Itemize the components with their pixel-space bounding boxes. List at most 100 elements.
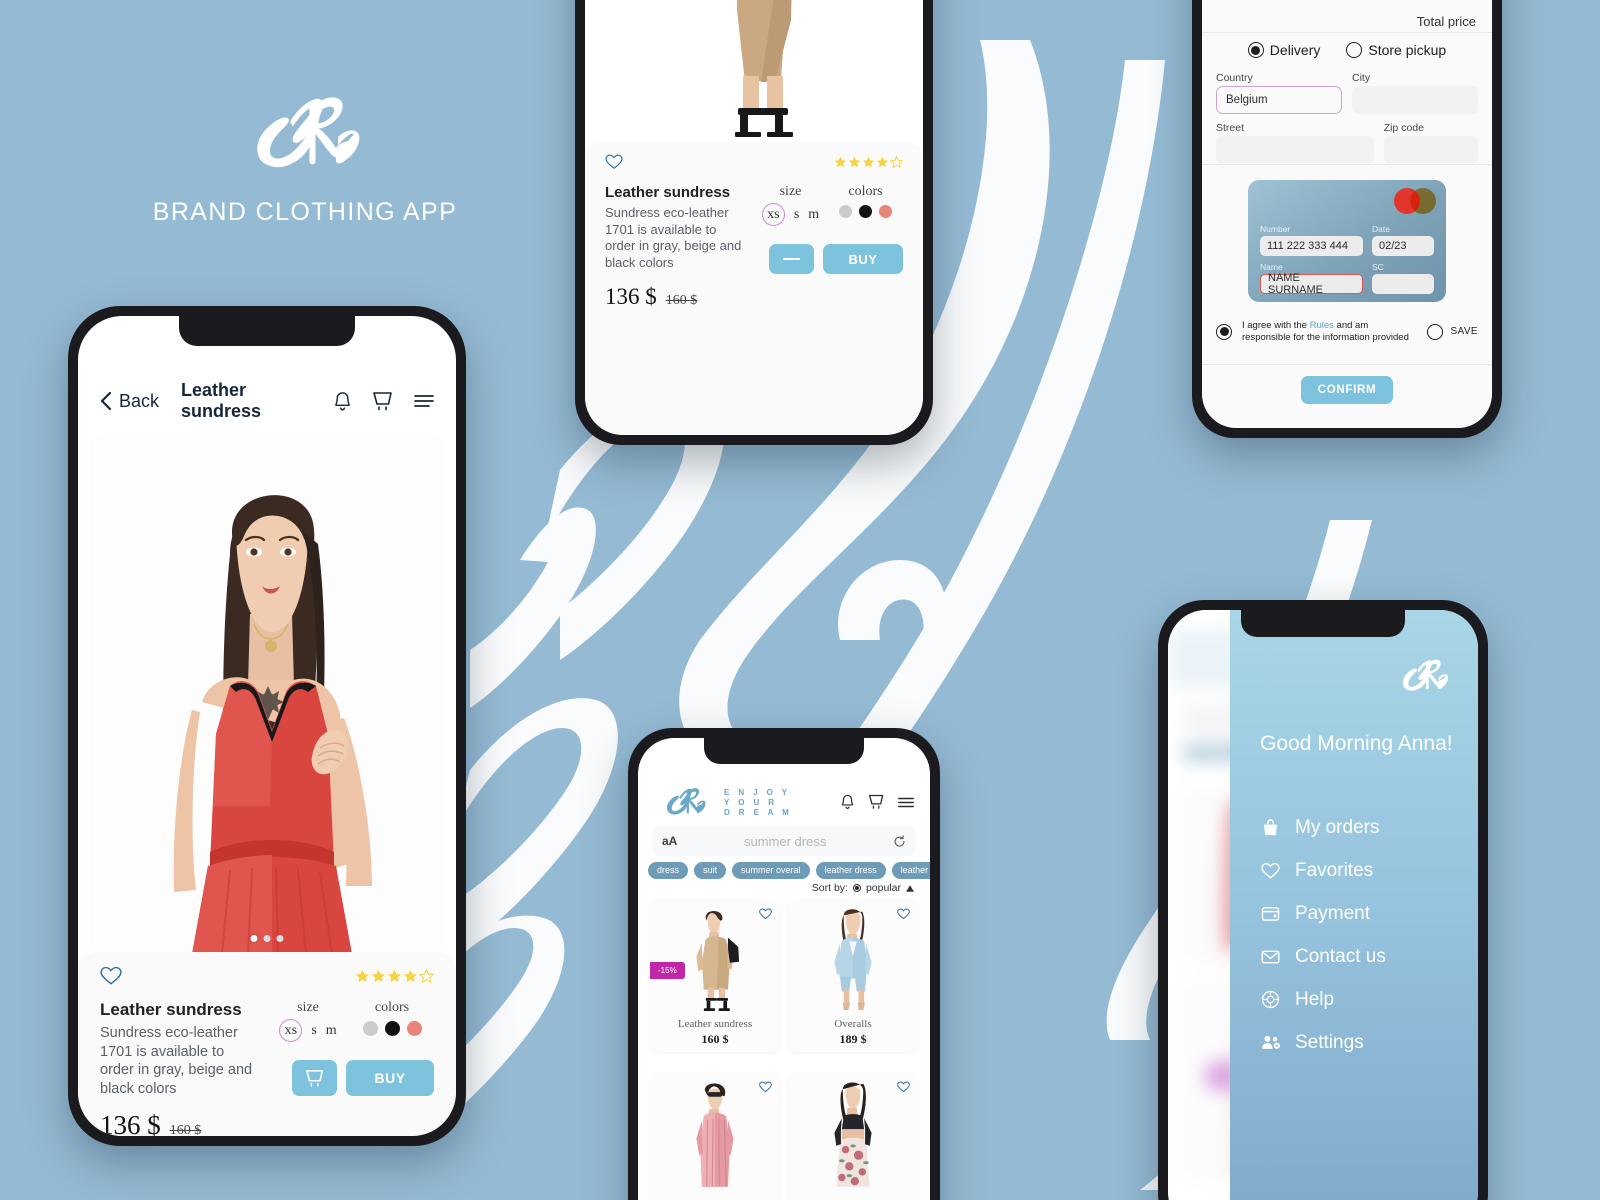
heart-icon[interactable] bbox=[759, 1081, 772, 1093]
filter-chip[interactable]: leather dress bbox=[815, 862, 886, 879]
store-pickup-radio[interactable] bbox=[1346, 42, 1363, 58]
menu-item-contact-us[interactable]: Contact us bbox=[1260, 935, 1478, 978]
zip-input[interactable] bbox=[1383, 136, 1478, 164]
card-name-input[interactable]: NAME SURNAME bbox=[1260, 272, 1363, 296]
heart-icon[interactable] bbox=[897, 908, 910, 920]
product-image-main[interactable] bbox=[90, 434, 444, 954]
filter-chip[interactable]: suit bbox=[694, 862, 727, 879]
product-card-secondary: Leather sundress Sundress eco-leather 17… bbox=[585, 142, 923, 435]
total-price-label: Total price bbox=[1416, 14, 1476, 29]
product-card[interactable] bbox=[650, 1073, 780, 1200]
back-button[interactable]: Back bbox=[100, 391, 159, 412]
product-card-main: Leather sundress Sundress eco-leather 17… bbox=[78, 952, 456, 1136]
menu-item-favorites[interactable]: Favorites bbox=[1260, 849, 1478, 892]
refresh-icon[interactable] bbox=[893, 834, 906, 848]
delivery-option[interactable]: Delivery bbox=[1247, 42, 1320, 58]
price-current: 136 $ bbox=[605, 283, 657, 309]
wallet-icon bbox=[1260, 903, 1281, 924]
product-name: Overalls bbox=[834, 1018, 872, 1030]
sort-control[interactable]: Sort by: popular bbox=[812, 882, 914, 894]
product-grid: -15% Leather sundress 160 $ Overalls 189… bbox=[650, 900, 918, 1200]
buy-button[interactable]: BUY bbox=[823, 244, 903, 274]
heart-icon[interactable] bbox=[100, 966, 122, 986]
menu-item-payment[interactable]: Payment bbox=[1260, 892, 1478, 935]
menu-item-settings[interactable]: Settings bbox=[1260, 1021, 1478, 1064]
size-option-xs[interactable]: xs bbox=[761, 203, 785, 226]
card-number-input[interactable]: 111 222 333 444 bbox=[1260, 236, 1363, 256]
phone-catalog: E N J O Y Y O U R D R E A M aA summer dr… bbox=[628, 728, 940, 1200]
size-option-xs[interactable]: xs bbox=[279, 1019, 303, 1042]
bell-icon[interactable] bbox=[840, 794, 855, 810]
heart-icon[interactable] bbox=[759, 908, 772, 920]
product-name: Leather sundress bbox=[100, 1000, 242, 1019]
zip-field[interactable]: Zip code bbox=[1383, 122, 1478, 164]
confirm-button[interactable]: CONFIRM bbox=[1301, 376, 1393, 404]
colors-label: colors bbox=[848, 184, 883, 199]
add-to-cart-button[interactable] bbox=[292, 1060, 337, 1096]
card-date-input[interactable]: 02/23 bbox=[1372, 236, 1434, 256]
drawer-menu-list: My orders Favorites Payment Contact us H… bbox=[1260, 806, 1478, 1064]
city-field[interactable]: City bbox=[1352, 72, 1478, 114]
card-sc-input[interactable] bbox=[1372, 274, 1434, 294]
rules-link[interactable]: Rules bbox=[1310, 320, 1334, 331]
menu-item-help[interactable]: Help bbox=[1260, 978, 1478, 1021]
color-swatch-black[interactable] bbox=[859, 205, 872, 218]
color-swatch-coral[interactable] bbox=[879, 205, 892, 218]
street-input[interactable] bbox=[1216, 136, 1374, 164]
color-swatch-gray[interactable] bbox=[839, 205, 852, 218]
product-card[interactable]: Overalls 189 $ bbox=[788, 900, 918, 1052]
carousel-dot[interactable] bbox=[263, 935, 271, 942]
caret-up-icon[interactable] bbox=[906, 884, 914, 892]
filter-chip[interactable]: summer overal bbox=[732, 862, 810, 879]
image-carousel-dots[interactable] bbox=[250, 935, 284, 942]
street-field[interactable]: Street bbox=[1216, 122, 1374, 164]
cart-icon[interactable] bbox=[868, 794, 885, 810]
menu-icon[interactable] bbox=[414, 393, 434, 409]
size-label: size bbox=[297, 1000, 319, 1015]
save-radio[interactable] bbox=[1427, 323, 1444, 340]
size-option-s[interactable]: s bbox=[794, 207, 799, 223]
delivery-radio[interactable] bbox=[1247, 42, 1264, 58]
city-input[interactable] bbox=[1352, 86, 1478, 114]
search-input[interactable]: summer dress bbox=[677, 834, 893, 849]
product-card[interactable] bbox=[788, 1073, 918, 1200]
country-field[interactable]: Country Belgium bbox=[1216, 72, 1342, 114]
buy-button[interactable]: BUY bbox=[346, 1060, 434, 1096]
carousel-dot[interactable] bbox=[250, 935, 258, 942]
heart-icon[interactable] bbox=[897, 1081, 910, 1093]
color-swatch-coral[interactable] bbox=[406, 1021, 422, 1036]
color-swatch-black[interactable] bbox=[384, 1021, 400, 1036]
divider bbox=[1202, 32, 1492, 33]
cart-icon[interactable] bbox=[372, 391, 394, 412]
color-swatch-gray[interactable] bbox=[362, 1021, 378, 1036]
filter-chips[interactable]: dress suit summer overal leather dress l… bbox=[648, 862, 930, 879]
bell-icon[interactable] bbox=[333, 391, 352, 412]
size-option-m[interactable]: m bbox=[326, 1023, 337, 1039]
size-option-s[interactable]: s bbox=[311, 1023, 316, 1039]
search-bar[interactable]: aA summer dress bbox=[652, 826, 916, 856]
size-option-m[interactable]: m bbox=[808, 207, 819, 223]
menu-icon[interactable] bbox=[898, 796, 914, 809]
carousel-dot[interactable] bbox=[276, 935, 284, 942]
price-current: 136 $ bbox=[100, 1110, 161, 1136]
decrease-quantity-button[interactable] bbox=[769, 244, 814, 274]
store-pickup-option[interactable]: Store pickup bbox=[1346, 42, 1446, 58]
card-date-label: Date bbox=[1372, 224, 1390, 234]
card-sc-label: SC bbox=[1372, 262, 1384, 272]
country-input[interactable]: Belgium bbox=[1216, 86, 1342, 114]
size-label: size bbox=[779, 184, 802, 199]
price-original: 160 $ bbox=[169, 1123, 202, 1136]
menu-item-my-orders[interactable]: My orders bbox=[1260, 806, 1478, 849]
product-card[interactable]: -15% Leather sundress 160 $ bbox=[650, 900, 780, 1052]
filter-chip[interactable]: dress bbox=[648, 862, 689, 879]
star-icon bbox=[419, 968, 434, 983]
star-icon bbox=[862, 156, 875, 167]
sort-radio[interactable] bbox=[852, 884, 861, 892]
minus-icon bbox=[783, 257, 800, 261]
credit-card-widget: Number 111 222 333 444 Date 02/23 Name N… bbox=[1248, 180, 1446, 302]
filter-chip[interactable]: leather dress bbox=[891, 862, 930, 879]
price-original: 160 $ bbox=[665, 292, 698, 308]
heart-icon[interactable] bbox=[605, 154, 623, 170]
text-size-toggle[interactable]: aA bbox=[662, 834, 677, 848]
agree-radio[interactable] bbox=[1216, 323, 1232, 340]
